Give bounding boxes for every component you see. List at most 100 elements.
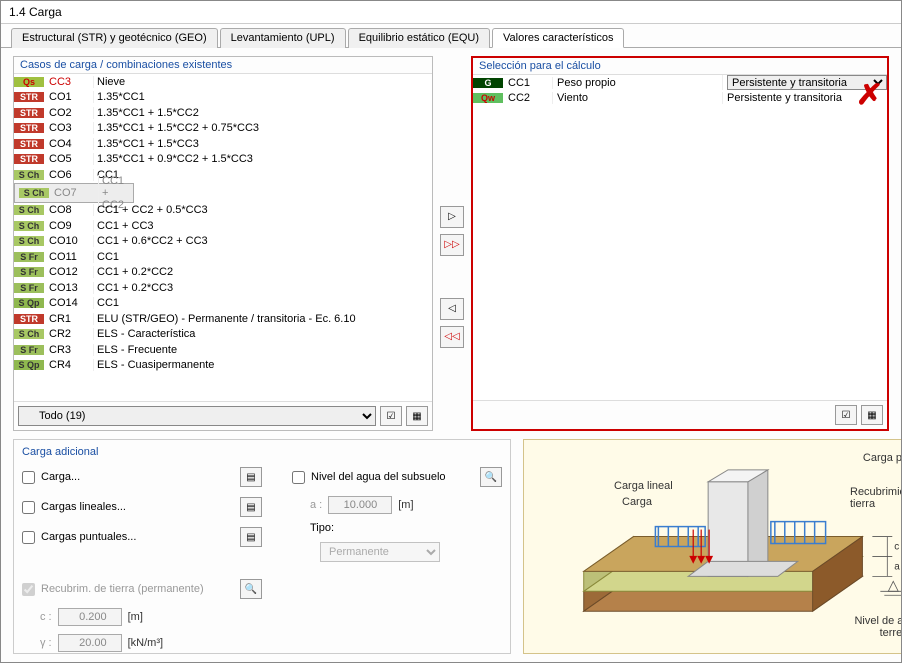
row-desc: ELU (STR/GEO) - Permanente / transitoria…	[93, 313, 432, 325]
load-row[interactable]: S QpCR4ELS - Cuasipermanente	[14, 358, 432, 374]
load-row[interactable]: STRCO31.35*CC1 + 1.5*CC2 + 0.75*CC3	[14, 121, 432, 137]
row-tag: STR	[14, 123, 44, 133]
row-tag: S Ch	[14, 221, 44, 231]
check-all-right-button[interactable]: ☑	[835, 405, 857, 425]
row-tag: Qw	[473, 93, 503, 103]
nivel-checkbox[interactable]	[292, 471, 305, 484]
load-row[interactable]: S ChCO6CC1	[14, 167, 432, 183]
row-code: CO7	[50, 187, 98, 199]
diagram-label-puntual: Carga puntual	[863, 452, 901, 464]
carga-checkbox[interactable]	[22, 471, 35, 484]
lineales-checkbox[interactable]	[22, 501, 35, 514]
row-desc: CC1 + 0.2*CC2	[93, 266, 432, 278]
right-footer: ☑ ▦	[473, 400, 887, 429]
row-tag: STR	[14, 314, 44, 324]
top-row: Casos de carga / combinaciones existente…	[13, 56, 889, 431]
selection-title: Selección para el cálculo	[473, 58, 887, 74]
row-tag: S Qp	[14, 298, 44, 308]
tab-equ[interactable]: Equilibrio estático (EQU)	[348, 28, 490, 48]
grid-button[interactable]: ▦	[406, 406, 428, 426]
load-row[interactable]: STRCO11.35*CC1	[14, 90, 432, 106]
puntuales-edit-button[interactable]: ▤	[240, 527, 262, 547]
row-code: CO1	[45, 91, 93, 103]
row-code: CO9	[45, 220, 93, 232]
row-tag: S Ch	[14, 236, 44, 246]
c-label: c :	[40, 611, 52, 623]
nivel-label: Nivel del agua del subsuelo	[311, 471, 474, 483]
filter-select[interactable]: Todo (19)	[18, 406, 376, 426]
row-code: CO2	[45, 107, 93, 119]
selection-row[interactable]: GCC1Peso propioPersistente y transitoria	[473, 75, 887, 91]
row-duration: Persistente y transitoria	[722, 92, 887, 104]
row-tag: G	[473, 78, 503, 88]
load-row[interactable]: S FrCR3ELS - Frecuente	[14, 342, 432, 358]
move-all-right-button[interactable]: ▷▷	[440, 234, 464, 256]
load-row[interactable]: STRCR1ELU (STR/GEO) - Permanente / trans…	[14, 311, 432, 327]
diagram-label-lineal: Carga lineal	[614, 480, 673, 492]
row-desc: 1.35*CC1 + 0.9*CC2 + 1.5*CC3	[93, 153, 432, 165]
row-code: CO3	[45, 122, 93, 134]
existing-loads-list[interactable]: QsCC3NieveSTRCO11.35*CC1STRCO21.35*CC1 +…	[14, 73, 432, 401]
row-tag: S Ch	[14, 205, 44, 215]
load-row[interactable]: QsCC3Nieve	[14, 74, 432, 90]
existing-loads-title: Casos de carga / combinaciones existente…	[14, 57, 432, 73]
a-label: a :	[310, 499, 322, 511]
load-row[interactable]: S FrCO13CC1 + 0.2*CC3	[14, 280, 432, 296]
tab-bar: Estructural (STR) y geotécnico (GEO) Lev…	[1, 24, 901, 48]
window-title: 1.4 Carga	[1, 1, 901, 24]
g-label: γ :	[40, 637, 52, 649]
load-row[interactable]: STRCO41.35*CC1 + 1.5*CC3	[14, 136, 432, 152]
load-row[interactable]: S FrCO12CC1 + 0.2*CC2	[14, 265, 432, 281]
row-desc: 1.35*CC1 + 1.5*CC2	[93, 107, 432, 119]
load-row[interactable]: STRCO51.35*CC1 + 0.9*CC2 + 1.5*CC3	[14, 152, 432, 168]
carga-edit-button[interactable]: ▤	[240, 467, 262, 487]
load-row[interactable]: S ChCO10CC1 + 0.6*CC2 + CC3	[14, 234, 432, 250]
row-desc: CC1 + 0.2*CC3	[93, 282, 432, 294]
c-field	[58, 608, 122, 626]
move-all-left-button[interactable]: ◁◁	[440, 326, 464, 348]
content-area: Casos de carga / combinaciones existente…	[1, 48, 901, 662]
move-right-button[interactable]: ▷	[440, 206, 464, 228]
lineales-edit-button[interactable]: ▤	[240, 497, 262, 517]
load-row[interactable]: S ChCO8CC1 + CC2 + 0.5*CC3	[14, 203, 432, 219]
row-desc: 1.35*CC1	[93, 91, 432, 103]
row-duration[interactable]: Persistente y transitoria	[722, 75, 887, 90]
row-desc: ELS - Cuasipermanente	[93, 359, 432, 371]
recubrim-pick-button[interactable]: 🔍	[240, 579, 262, 599]
row-desc: CC1	[93, 251, 432, 263]
selection-list[interactable]: GCC1Peso propioPersistente y transitoria…	[473, 74, 887, 400]
nivel-pick-button[interactable]: 🔍	[480, 467, 502, 487]
row-desc: ELS - Frecuente	[93, 344, 432, 356]
row-desc: 1.35*CC1 + 1.5*CC3	[93, 138, 432, 150]
lineales-label: Cargas lineales...	[41, 501, 234, 513]
svg-text:c: c	[894, 541, 899, 552]
row-tag: S Fr	[14, 283, 44, 293]
tab-characteristic[interactable]: Valores característicos	[492, 28, 624, 48]
load-row[interactable]: S ChCR2ELS - Característica	[14, 327, 432, 343]
load-row[interactable]: S QpCO14CC1	[14, 296, 432, 312]
check-all-button[interactable]: ☑	[380, 406, 402, 426]
row-tag: STR	[14, 108, 44, 118]
row-code: CR2	[45, 328, 93, 340]
window: 1.4 Carga Estructural (STR) y geotécnico…	[0, 0, 902, 663]
row-desc: CC1 + 0.6*CC2 + CC3	[93, 235, 432, 247]
tipo-label: Tipo:	[310, 522, 334, 534]
foundation-diagram: c a	[524, 440, 901, 653]
move-left-button[interactable]: ◁	[440, 298, 464, 320]
load-row[interactable]: S FrCO11CC1	[14, 249, 432, 265]
row-code: CR4	[45, 359, 93, 371]
row-desc: Nieve	[93, 76, 432, 88]
duration-select[interactable]: Persistente y transitoria	[727, 75, 887, 90]
load-row[interactable]: S ChCO7CC1 + CC2	[14, 183, 134, 203]
row-code: CO5	[45, 153, 93, 165]
tab-str-geo[interactable]: Estructural (STR) y geotécnico (GEO)	[11, 28, 218, 48]
selection-row[interactable]: QwCC2VientoPersistente y transitoria	[473, 91, 887, 107]
puntuales-checkbox[interactable]	[22, 531, 35, 544]
load-row[interactable]: S ChCO9CC1 + CC3	[14, 218, 432, 234]
load-row[interactable]: STRCO21.35*CC1 + 1.5*CC2	[14, 105, 432, 121]
row-desc: CC1	[93, 169, 432, 181]
grid-right-button[interactable]: ▦	[861, 405, 883, 425]
row-tag: Qs	[14, 77, 44, 87]
tab-upl[interactable]: Levantamiento (UPL)	[220, 28, 346, 48]
selection-panel: Selección para el cálculo GCC1Peso propi…	[471, 56, 889, 431]
